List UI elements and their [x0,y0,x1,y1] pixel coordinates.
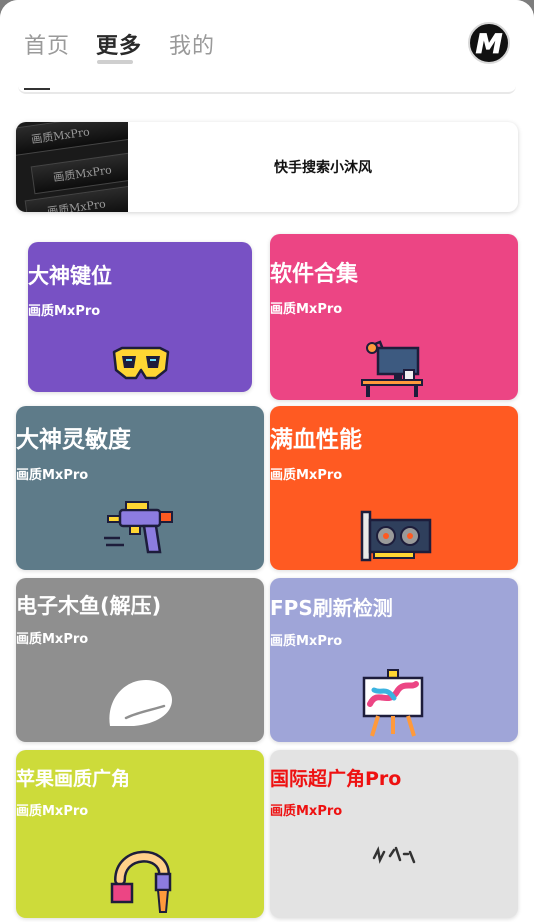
divider-mark [24,88,50,90]
card-performance[interactable]: 满血性能 画质MxPro [270,406,518,570]
logo-m-icon: M [475,29,503,58]
thumb-card-1: 画质MxPro [16,122,128,157]
card-sensitivity[interactable]: 大神灵敏度 画质MxPro [16,406,264,570]
card-subtitle: 画质MxPro [270,468,343,483]
card-subtitle: 画质MxPro [16,632,89,647]
app-screen: 首页 更多 我的 M 画质MxPro 画质MxPro 画质MxPro 快手搜索小… [0,0,534,922]
card-keymap[interactable]: 大神键位 画质MxPro [28,242,252,392]
card-title: 国际超广角Pro [270,768,402,790]
promo-banner[interactable]: 画质MxPro 画质MxPro 画质MxPro 快手搜索小沐风 [16,122,518,212]
goggles-icon [112,346,170,380]
active-tab-indicator [97,60,133,64]
paint-brush-icon [110,850,172,913]
card-subtitle: 画质MxPro [270,804,343,819]
card-subtitle: 画质MxPro [16,804,89,819]
card-subtitle: 画质MxPro [270,302,343,317]
card-subtitle: 画质MxPro [16,468,89,483]
header-divider [18,86,516,94]
card-subtitle: 画质MxPro [28,304,101,319]
banner-thumbnail: 画质MxPro 画质MxPro 画质MxPro [16,122,128,212]
avatar[interactable]: M [468,22,510,64]
card-title: 大神键位 [28,264,112,288]
card-subtitle: 画质MxPro [270,634,343,649]
card-title: 电子木鱼(解压) [16,594,162,618]
sketch-icon [372,846,416,864]
card-title: FPS刷新检测 [270,596,393,620]
tab-mine[interactable]: 我的 [169,28,215,60]
tab-more[interactable]: 更多 [96,28,142,60]
card-title: 满血性能 [270,427,362,453]
graphics-card-icon [360,510,432,562]
banner-label: 快手搜索小沐风 [274,160,372,176]
card-software[interactable]: 软件合集 画质MxPro [270,234,518,400]
card-apple-quality[interactable]: 苹果画质广角 画质MxPro [16,750,264,918]
card-wide-angle-pro[interactable]: 国际超广角Pro 画质MxPro [270,750,518,918]
easel-painting-icon [362,669,424,737]
card-title: 大神灵敏度 [16,427,131,453]
avatar-letter: M [476,29,503,58]
desk-computer-icon [361,340,423,397]
card-fps-check[interactable]: FPS刷新检测 画质MxPro [270,578,518,742]
tab-home[interactable]: 首页 [24,28,70,60]
blaster-gun-icon [104,501,173,554]
wooden-fish-icon [109,680,172,726]
card-wooden-fish[interactable]: 电子木鱼(解压) 画质MxPro [16,578,264,742]
card-title: 软件合集 [270,262,359,287]
card-title: 苹果画质广角 [16,768,131,790]
top-header: 首页 更多 我的 M [0,0,534,86]
